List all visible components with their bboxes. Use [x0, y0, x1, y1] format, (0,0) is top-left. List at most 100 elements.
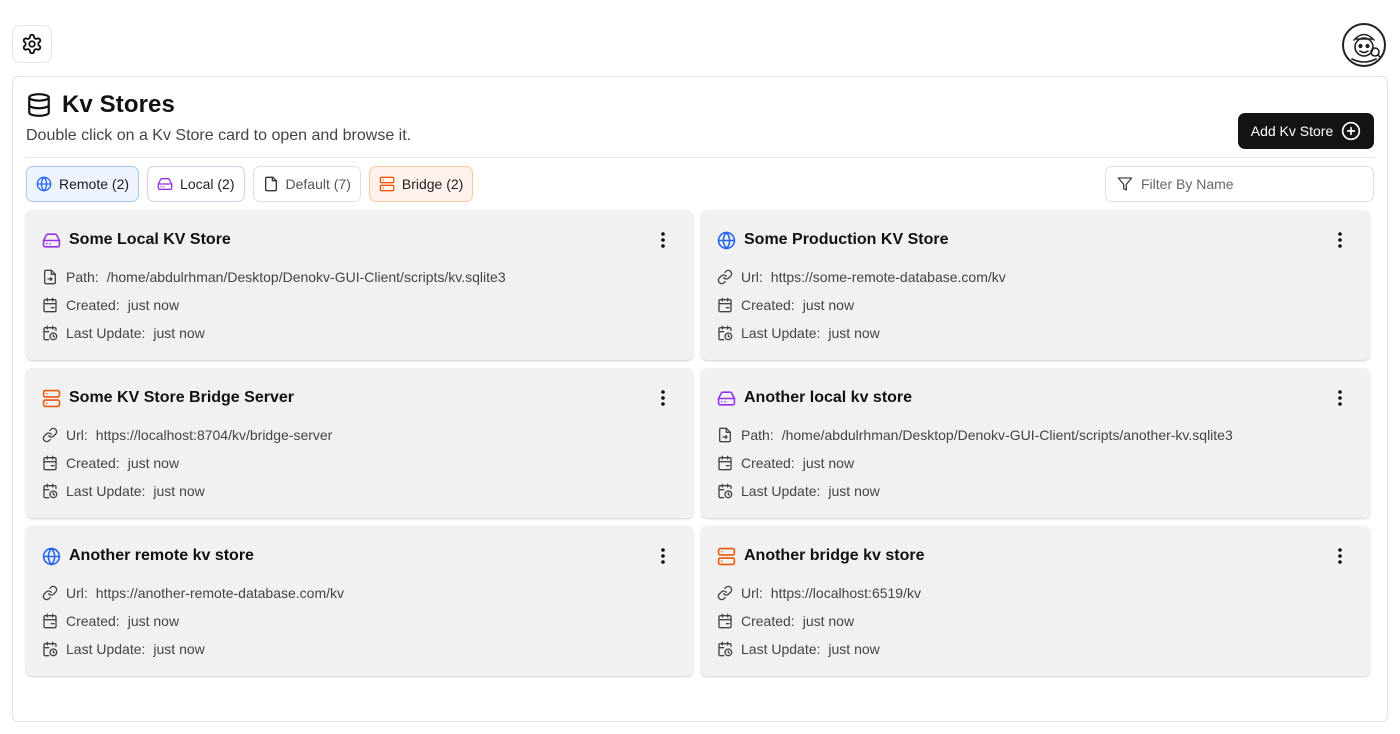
settings-button[interactable] — [12, 25, 52, 63]
card-updated-value: just now — [828, 483, 880, 499]
card-menu-button[interactable] — [653, 387, 673, 409]
card-updated-label: Last Update: — [741, 641, 821, 657]
filter-bridge-button[interactable]: Bridge (2) — [368, 166, 474, 202]
card-updated-label: Last Update: — [741, 325, 821, 341]
card-menu-button[interactable] — [653, 545, 673, 567]
card-updated-value: just now — [153, 641, 205, 657]
card-location-value: https://localhost:8704/kv/bridge-server — [95, 427, 333, 443]
card-created-value: just now — [802, 455, 855, 471]
calendar-clock-icon — [718, 325, 733, 341]
card-menu-button[interactable] — [1330, 229, 1350, 251]
kv-store-card[interactable]: Some KV Store Bridge Server Url: https:/… — [26, 368, 693, 518]
plus-circle-icon — [1342, 121, 1361, 141]
avatar-illustration-icon — [1351, 33, 1382, 63]
kv-store-card[interactable]: Some Local KV Store Path: /home/abdulrhm… — [26, 210, 693, 360]
filter-default-label: Default (7) — [285, 176, 351, 192]
card-location-value: https://another-remote-database.com/kv — [95, 585, 345, 601]
card-menu-button[interactable] — [1330, 387, 1350, 409]
funnel-icon — [1117, 177, 1133, 191]
globe-icon — [717, 230, 736, 250]
card-created-row: Created: just now — [42, 454, 677, 472]
card-menu-button[interactable] — [1330, 545, 1350, 567]
globe-icon — [36, 176, 52, 192]
header-divider — [26, 157, 1374, 158]
kv-store-card[interactable]: Some Production KV Store Url: https://so… — [701, 210, 1370, 360]
card-location-value: https://some-remote-database.com/kv — [770, 269, 1006, 285]
card-updated-value: just now — [153, 483, 205, 499]
filter-bridge-label: Bridge (2) — [401, 176, 464, 192]
link-icon — [717, 269, 733, 285]
filter-remote-button[interactable]: Remote (2) — [26, 166, 140, 202]
card-location-label: Path: — [66, 269, 99, 285]
kv-store-card-title: Another bridge kv store — [744, 547, 925, 564]
calendar-clock-icon — [43, 483, 58, 499]
card-updated-label: Last Update: — [741, 483, 821, 499]
card-updated-label: Last Update: — [66, 325, 146, 341]
card-updated-value: just now — [153, 325, 205, 341]
hard-drive-icon — [42, 232, 61, 248]
filter-default-button[interactable]: Default (7) — [252, 166, 361, 202]
card-location-row: Url: https://some-remote-database.com/kv — [717, 268, 1354, 286]
filter-local-button[interactable]: Local (2) — [147, 166, 245, 202]
card-location-value: /home/abdulrhman/Desktop/Denokv-GUI-Clie… — [106, 269, 506, 285]
card-location-row: Url: https://localhost:8704/kv/bridge-se… — [42, 426, 677, 444]
card-created-row: Created: just now — [42, 612, 677, 630]
calendar-icon — [718, 297, 732, 313]
link-icon — [717, 585, 733, 601]
card-updated-row: Last Update: just now — [42, 324, 677, 342]
filter-by-name-field — [1105, 166, 1374, 202]
card-location-row: Path: /home/abdulrhman/Desktop/Denokv-GU… — [717, 426, 1354, 444]
calendar-clock-icon — [718, 641, 733, 657]
card-created-label: Created: — [66, 297, 120, 313]
database-icon — [28, 93, 50, 117]
filter-remote-label: Remote (2) — [59, 176, 130, 192]
file-icon — [264, 176, 277, 192]
kv-store-card[interactable]: Another remote kv store Url: https://ano… — [26, 526, 693, 676]
calendar-icon — [718, 455, 732, 471]
card-created-label: Created: — [741, 455, 795, 471]
link-icon — [42, 585, 58, 601]
filter-by-name-input[interactable] — [1141, 176, 1361, 192]
server-icon — [379, 176, 395, 192]
more-vertical-icon — [1338, 548, 1342, 564]
calendar-clock-icon — [43, 641, 58, 657]
card-location-row: Url: https://localhost:6519/kv — [717, 584, 1354, 602]
card-updated-row: Last Update: just now — [42, 640, 677, 658]
card-menu-button[interactable] — [653, 229, 673, 251]
card-location-value: https://localhost:6519/kv — [770, 585, 921, 601]
server-icon — [717, 547, 736, 565]
card-updated-row: Last Update: just now — [717, 482, 1354, 500]
avatar[interactable] — [1342, 23, 1386, 67]
card-created-label: Created: — [741, 297, 795, 313]
card-location-label: Url: — [741, 269, 763, 285]
card-updated-label: Last Update: — [66, 483, 146, 499]
more-vertical-icon — [661, 390, 665, 406]
card-created-row: Created: just now — [42, 296, 677, 314]
kv-store-card-title: Another local kv store — [744, 389, 913, 406]
panel-header: Kv Stores Double click on a Kv Store car… — [26, 91, 411, 145]
card-created-value: just now — [802, 613, 855, 629]
more-vertical-icon — [1338, 232, 1342, 248]
card-updated-row: Last Update: just now — [42, 482, 677, 500]
card-created-value: just now — [127, 297, 180, 313]
kv-store-card[interactable]: Another local kv store Path: /home/abdul… — [701, 368, 1370, 518]
add-kv-store-button[interactable]: Add Kv Store — [1238, 113, 1374, 149]
card-location-label: Url: — [66, 585, 88, 601]
card-updated-row: Last Update: just now — [717, 640, 1354, 658]
card-location-label: Url: — [66, 427, 88, 443]
card-created-label: Created: — [741, 613, 795, 629]
card-created-value: just now — [127, 455, 180, 471]
card-location-label: Path: — [741, 427, 774, 443]
card-created-row: Created: just now — [717, 454, 1354, 472]
more-vertical-icon — [1338, 390, 1342, 406]
file-symlink-icon — [719, 427, 731, 443]
card-updated-value: just now — [828, 641, 880, 657]
card-created-label: Created: — [66, 455, 120, 471]
kv-store-card-title: Another remote kv store — [69, 547, 254, 564]
filter-local-label: Local (2) — [180, 176, 235, 192]
card-location-value: /home/abdulrhman/Desktop/Denokv-GUI-Clie… — [781, 427, 1233, 443]
gear-icon — [22, 33, 42, 55]
kv-store-card[interactable]: Another bridge kv store Url: https://loc… — [701, 526, 1370, 676]
calendar-icon — [43, 297, 57, 313]
kv-store-grid: Some Local KV Store Path: /home/abdulrhm… — [26, 210, 1370, 676]
